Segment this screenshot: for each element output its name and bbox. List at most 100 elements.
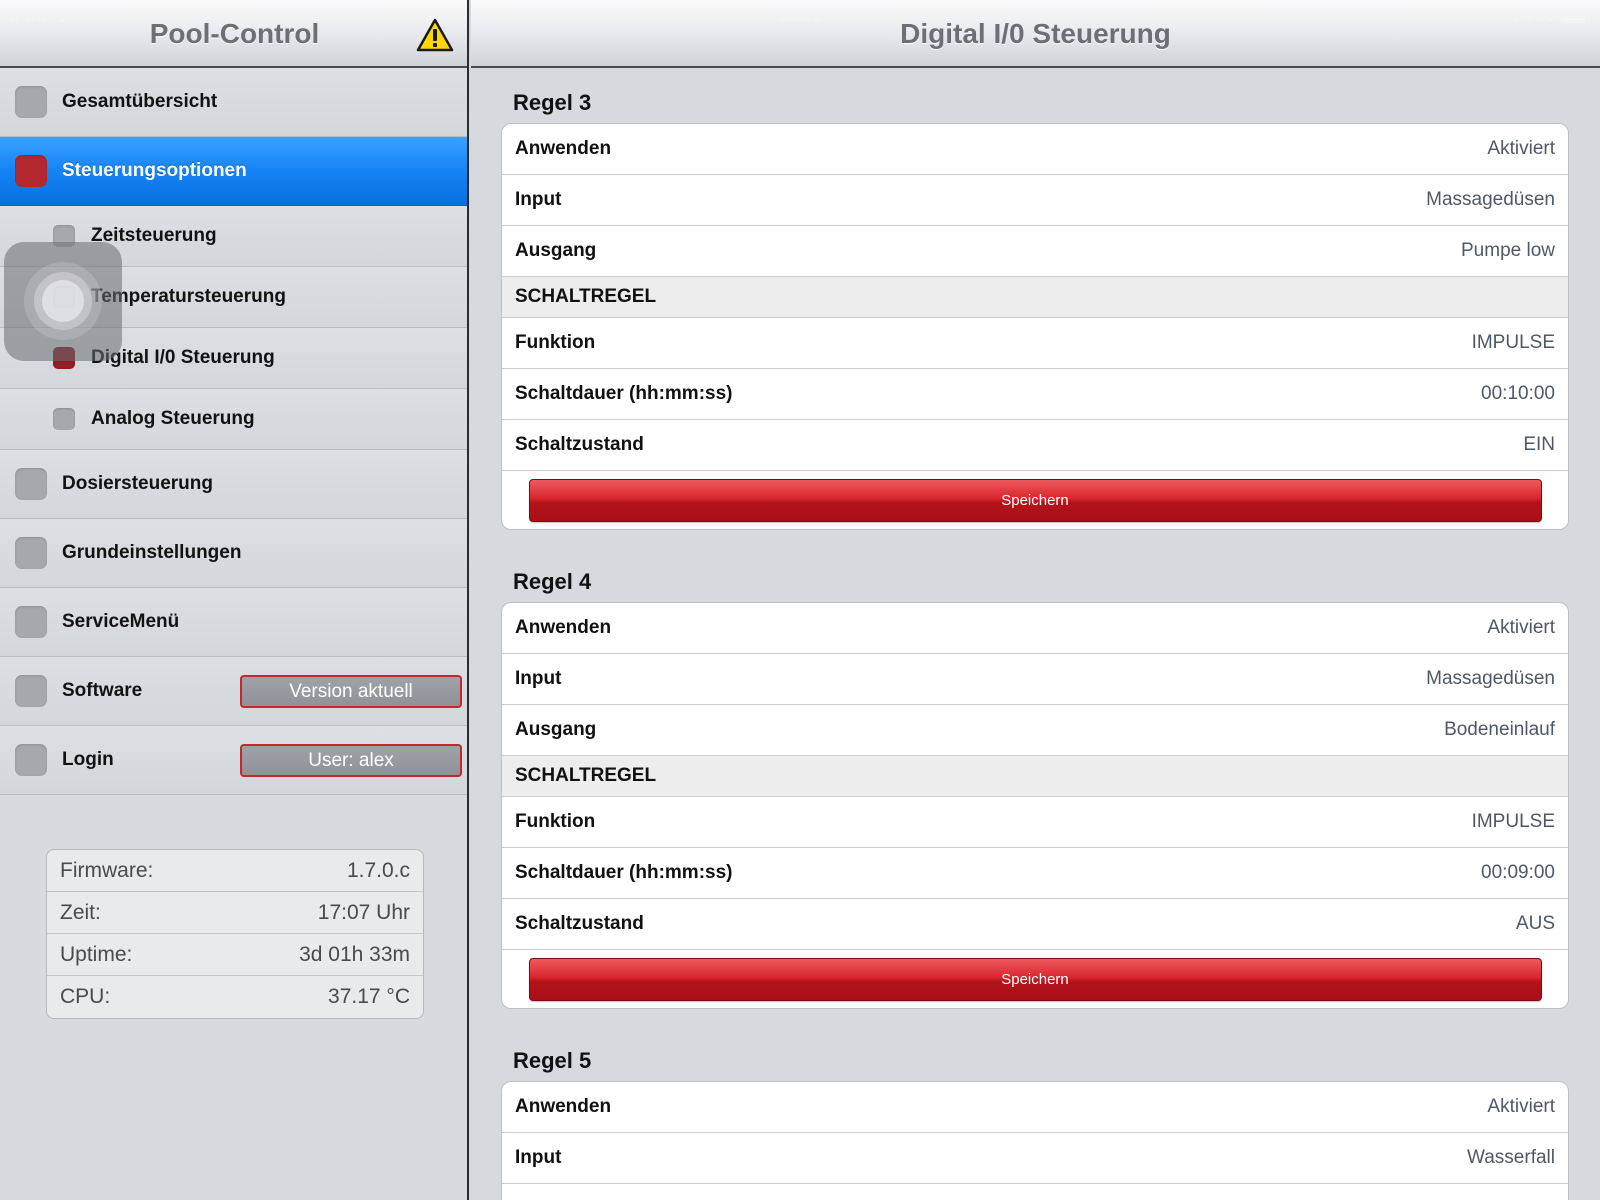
setting-value: Massagedüsen — [1426, 668, 1555, 689]
setting-label: Schaltzustand — [515, 913, 644, 934]
setting-row[interactable]: Anwenden Aktiviert — [502, 1082, 1568, 1133]
status-time: 18:09 — [777, 6, 823, 25]
setting-label: Anwenden — [515, 617, 612, 638]
menu-item-icon — [15, 744, 47, 776]
menu-item-grundeinstellungen[interactable]: Grundeinstellungen — [0, 519, 467, 588]
setting-value: AUS — [1515, 913, 1555, 934]
save-button-container: Speichern — [502, 471, 1568, 529]
rule-title: Regel 4 — [513, 569, 592, 594]
setting-label: Schaltzustand — [515, 434, 644, 455]
setting-value: 00:10:00 — [1481, 383, 1555, 404]
setting-label: Anwenden — [515, 1096, 612, 1117]
info-value: 17:07 Uhr — [317, 900, 410, 924]
menu-item-label: ServiceMenü — [62, 611, 180, 632]
info-label: Uptime: — [60, 942, 133, 966]
menu-list: Gesamtübersicht Steuerungsoptionen Zeitste… — [0, 68, 467, 795]
setting-row[interactable]: Input Wasserfall — [502, 1133, 1568, 1184]
menu-item-login[interactable]: Login User: alex — [0, 726, 467, 795]
setting-label: Input — [515, 189, 562, 210]
info-value: 3d 01h 33m — [299, 942, 410, 966]
setting-value: Aktiviert — [1487, 617, 1555, 638]
setting-value: IMPULSE — [1471, 811, 1555, 832]
info-label: Firmware: — [60, 858, 154, 882]
info-row: Uptime: 3d 01h 33m — [47, 934, 423, 976]
info-row: CPU: 37.17 °C — [47, 976, 423, 1018]
status-bar-right: 84 % — [1513, 6, 1590, 26]
setting-label: Funktion — [515, 811, 596, 832]
setting-value: IMPULSE — [1471, 332, 1555, 353]
setting-row[interactable]: Ausgang Pumpe low — [502, 226, 1568, 277]
menu-item-icon — [53, 408, 75, 430]
setting-label: Schaltdauer (hh:mm:ss) — [515, 862, 733, 883]
menu-item-icon — [15, 675, 47, 707]
menu-item-label: Software — [62, 680, 143, 701]
setting-label: Anwenden — [515, 138, 612, 159]
rule-title: Regel 5 — [513, 1048, 592, 1073]
menu-item-icon — [15, 537, 47, 569]
info-label: Zeit: — [60, 900, 101, 924]
setting-row-clipped[interactable] — [502, 1184, 1568, 1200]
menu-item-badge[interactable]: User: alex — [240, 743, 462, 777]
rule-group: Anwenden Aktiviert Input Wasserfall — [501, 1081, 1569, 1200]
setting-row[interactable]: Input Massagedüsen — [502, 654, 1568, 705]
setting-row[interactable]: Funktion IMPULSE — [502, 318, 1568, 369]
setting-label: Input — [515, 668, 562, 689]
save-button-container: Speichern — [502, 950, 1568, 1008]
menu-item-icon — [15, 155, 47, 187]
setting-value: Massagedüsen — [1426, 189, 1555, 210]
system-info-box: Firmware: 1.7.0.c Zeit: 17:07 Uhr Uptime: 3d … — [46, 849, 424, 1019]
setting-row[interactable]: Schaltdauer (hh:mm:ss) 00:10:00 — [502, 369, 1568, 420]
battery-icon — [1560, 9, 1590, 23]
rule-group: Anwenden Aktiviert Input Massagedüsen Ausgan… — [501, 123, 1569, 530]
menu-item-icon — [15, 468, 47, 500]
menu-item-analog-steuerung[interactable]: Analog Steuerung — [0, 389, 467, 450]
section-header-row: SCHALTREGEL — [502, 756, 1568, 797]
menu-item-software[interactable]: Software Version aktuell — [0, 657, 467, 726]
menu-item-label: Gesamtübersicht — [62, 91, 218, 112]
assistive-touch-button[interactable] — [4, 242, 122, 361]
setting-row[interactable]: Input Massagedüsen — [502, 175, 1568, 226]
detail-pane: Digital I/0 Steuerung Regel 3 Anwenden Akt… — [471, 0, 1600, 1200]
menu-item-icon — [15, 606, 47, 638]
setting-row[interactable]: Schaltdauer (hh:mm:ss) 00:09:00 — [502, 848, 1568, 899]
setting-label: Input — [515, 1147, 562, 1168]
menu-item-steuerungsoptionen[interactable]: Steuerungsoptionen — [0, 137, 467, 206]
setting-row[interactable]: Schaltzustand AUS — [502, 899, 1568, 950]
setting-label: Ausgang — [515, 240, 597, 261]
setting-label: Funktion — [515, 332, 596, 353]
setting-value: Wasserfall — [1467, 1147, 1555, 1168]
section-header-label: SCHALTREGEL — [515, 286, 657, 307]
section-header-label: SCHALTREGEL — [515, 765, 657, 786]
setting-value: Bodeneinlauf — [1444, 719, 1555, 740]
save-button[interactable]: Speichern — [528, 478, 1542, 522]
menu-item-label: Steuerungsoptionen — [62, 160, 247, 181]
info-row: Zeit: 17:07 Uhr — [47, 892, 423, 934]
menu-item-icon — [15, 86, 47, 118]
info-value: 37.17 °C — [328, 985, 410, 1008]
setting-value: 00:09:00 — [1481, 862, 1555, 883]
rule-title: Regel 3 — [513, 90, 592, 115]
setting-row[interactable]: Ausgang Bodeneinlauf — [502, 705, 1568, 756]
menu-item-dosiersteuerung[interactable]: Dosiersteuerung — [0, 450, 467, 519]
section-header-row: SCHALTREGEL — [502, 277, 1568, 318]
menu-item-servicemenü[interactable]: ServiceMenü — [0, 588, 467, 657]
menu-item-label: Login — [62, 749, 114, 770]
save-button[interactable]: Speichern — [528, 957, 1542, 1001]
setting-value: Aktiviert — [1487, 138, 1555, 159]
menu-item-gesamtübersicht[interactable]: Gesamtübersicht — [0, 68, 467, 137]
battery-percent: 84 % — [1513, 6, 1554, 25]
setting-row[interactable]: Anwenden Aktiviert — [502, 124, 1568, 175]
menu-item-label: Grundeinstellungen — [62, 542, 242, 563]
menu-item-badge[interactable]: Version aktuell — [240, 674, 462, 708]
master-pane: Pool-Control Gesamtübersicht Steuerungsop… — [0, 0, 469, 1200]
setting-row[interactable]: Anwenden Aktiviert — [502, 603, 1568, 654]
rule-group: Anwenden Aktiviert Input Massagedüsen Ausgan… — [501, 602, 1569, 1009]
setting-value: EIN — [1523, 434, 1555, 455]
setting-label: Schaltdauer (hh:mm:ss) — [515, 383, 733, 404]
setting-row[interactable]: Funktion IMPULSE — [502, 797, 1568, 848]
menu-item-label: Dosiersteuerung — [62, 473, 213, 494]
setting-row[interactable]: Schaltzustand EIN — [502, 420, 1568, 471]
menu-item-label: Analog Steuerung — [91, 408, 255, 429]
assistive-touch-ring-inner — [42, 280, 84, 322]
info-label: CPU: — [60, 985, 111, 1008]
